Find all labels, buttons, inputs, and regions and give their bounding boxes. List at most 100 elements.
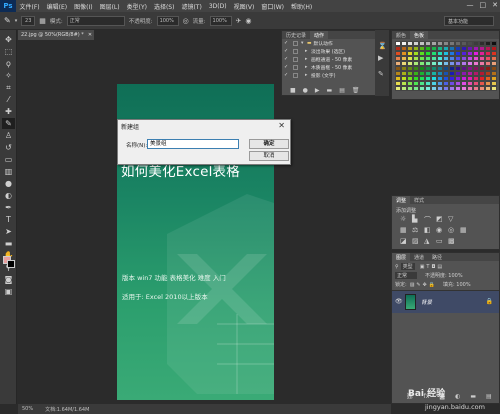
close-window-icon[interactable]: ✕ — [492, 1, 498, 9]
tab-adjustments[interactable]: 调整 — [392, 196, 411, 204]
action-row[interactable]: ✓ ▸ 画框通道 - 50 像素 — [282, 55, 388, 63]
menu-filter[interactable]: 滤镜(T) — [178, 2, 205, 11]
lasso-tool-icon[interactable]: ϙ — [2, 58, 15, 69]
menu-window[interactable]: 窗口(W) — [258, 2, 288, 11]
history-brush-tool-icon[interactable]: ↺ — [2, 142, 15, 153]
swatch-grid[interactable] — [395, 41, 499, 91]
action-row[interactable]: ✓ ▸ 淡出效果 (选区) — [282, 47, 388, 55]
close-tab-icon[interactable]: ✕ — [88, 32, 92, 38]
filter-icons[interactable]: ▣T◘▤ — [420, 264, 444, 270]
flow-field[interactable]: 100% — [209, 15, 232, 26]
history-panel-icon[interactable]: ⌛ — [378, 42, 387, 50]
new-set-icon[interactable]: ▬ — [327, 87, 333, 94]
menu-file[interactable]: 文件(F) — [16, 2, 43, 11]
menu-3d[interactable]: 3D(D) — [205, 3, 230, 10]
adjustment-layer-icon[interactable]: ◐ — [455, 393, 460, 400]
check-icon[interactable]: ✓ — [284, 48, 289, 54]
menu-edit[interactable]: 编辑(E) — [43, 2, 70, 11]
curves-icon[interactable]: ⌒ — [424, 215, 436, 226]
exposure-icon[interactable]: ◩ — [436, 215, 448, 226]
invert-icon[interactable]: ◪ — [400, 237, 412, 248]
move-tool-icon[interactable]: ✥ — [2, 34, 15, 45]
chevron-down-icon[interactable]: ▾ — [15, 18, 18, 24]
ok-button[interactable]: 确定 — [249, 139, 289, 149]
color-lookup-icon[interactable]: ▦ — [460, 226, 472, 237]
airbrush-icon[interactable]: ✈ — [236, 17, 242, 25]
pen-tool-icon[interactable]: ✒ — [2, 202, 15, 213]
mode-select[interactable]: 正常 — [66, 15, 125, 26]
dialog-toggle-icon[interactable] — [293, 72, 298, 78]
zoom-level[interactable]: 50% — [22, 406, 33, 412]
background-color-swatch[interactable] — [7, 260, 15, 268]
actions-panel-icon[interactable]: ▶ — [378, 54, 383, 62]
posterize-icon[interactable]: ▨ — [412, 237, 424, 248]
new-action-icon[interactable]: ▤ — [339, 87, 345, 94]
gradient-map-icon[interactable]: ▭ — [436, 237, 448, 248]
menu-help[interactable]: 帮助(H) — [288, 2, 316, 11]
blur-tool-icon[interactable]: ● — [2, 178, 15, 189]
dialog-toggle-icon[interactable] — [293, 48, 298, 54]
selective-color-icon[interactable]: ▩ — [448, 237, 460, 248]
quick-select-tool-icon[interactable]: ✧ — [2, 70, 15, 81]
tab-channels[interactable]: 通道 — [410, 253, 428, 261]
layer-row-background[interactable]: 👁 背景 🔒 — [392, 291, 499, 313]
eye-icon[interactable]: 👁 — [395, 298, 403, 305]
stop-icon[interactable]: ■ — [290, 87, 296, 94]
healing-brush-tool-icon[interactable]: ✚ — [2, 106, 15, 117]
black-white-icon[interactable]: ◧ — [424, 226, 436, 237]
menu-type[interactable]: 类型(Y) — [123, 2, 150, 11]
tab-history[interactable]: 历史记录 — [282, 31, 310, 39]
pressure-size-icon[interactable]: ◉ — [245, 17, 251, 25]
crop-tool-icon[interactable]: ⌗ — [2, 82, 15, 93]
tab-paths[interactable]: 路径 — [428, 253, 446, 261]
eyedropper-tool-icon[interactable]: ⁄ — [2, 94, 15, 105]
screen-mode-icon[interactable]: ▣ — [2, 286, 15, 297]
tab-layers[interactable]: 图层 — [392, 253, 411, 261]
check-icon[interactable]: ✓ — [284, 40, 289, 46]
play-icon[interactable]: ▶ — [315, 87, 320, 94]
brush-tool-icon[interactable]: ✎ — [2, 118, 15, 129]
action-row[interactable]: ✓ ▸ 木质画框 - 50 像素 — [282, 63, 388, 71]
color-balance-icon[interactable]: ⚖ — [412, 226, 424, 237]
menu-image[interactable]: 图像(I) — [71, 2, 96, 11]
gradient-tool-icon[interactable]: ▥ — [2, 166, 15, 177]
threshold-icon[interactable]: ◮ — [424, 237, 436, 248]
quick-mask-icon[interactable]: ◙ — [2, 274, 15, 285]
dialog-toggle-icon[interactable] — [293, 56, 298, 62]
close-icon[interactable]: ✕ — [278, 121, 285, 130]
brush-size-picker[interactable]: 23 — [21, 15, 36, 26]
layer-background-row[interactable] — [392, 270, 499, 292]
opacity-field[interactable]: 100% — [156, 15, 179, 26]
type-tool-icon[interactable]: T — [2, 214, 15, 225]
hue-saturation-icon[interactable]: ▦ — [400, 226, 412, 237]
dialog-toggle-icon[interactable] — [293, 40, 298, 46]
brightness-icon[interactable]: ☼ — [400, 215, 412, 226]
group-name-input[interactable]: 美景组 — [147, 139, 239, 149]
record-icon[interactable]: ● — [303, 87, 308, 94]
minimize-icon[interactable]: — — [467, 1, 474, 9]
maximize-icon[interactable]: □ — [480, 1, 487, 9]
cancel-button[interactable]: 取消 — [249, 151, 289, 161]
new-group-icon[interactable]: ▬ — [470, 393, 476, 400]
document-size[interactable]: 文档:1.64M/1.64M — [45, 406, 89, 413]
channel-mixer-icon[interactable]: ◎ — [448, 226, 460, 237]
brush-panel-icon[interactable]: ▦ — [39, 17, 46, 25]
workspace-switcher[interactable]: 基本功能 — [444, 16, 494, 26]
clone-stamp-tool-icon[interactable]: ♙ — [2, 130, 15, 141]
check-icon[interactable]: ✓ — [284, 56, 289, 62]
levels-icon[interactable]: ▙ — [412, 215, 424, 226]
menu-select[interactable]: 选择(S) — [150, 2, 178, 11]
layer-filter-select[interactable]: 类型 — [400, 263, 415, 270]
action-row[interactable]: ✓ ▸ 投影 (文字) — [282, 71, 388, 79]
check-icon[interactable]: ✓ — [284, 72, 289, 78]
menu-layer[interactable]: 图层(L) — [96, 2, 123, 11]
dodge-tool-icon[interactable]: ◐ — [2, 190, 15, 201]
vibrance-icon[interactable]: ▽ — [448, 215, 460, 226]
action-row[interactable]: ✓ ▾ ▬ 默认动作 — [282, 39, 388, 47]
tab-color[interactable]: 颜色 — [392, 31, 410, 39]
menu-view[interactable]: 视图(V) — [230, 2, 258, 11]
dialog-toggle-icon[interactable] — [293, 64, 298, 70]
trash-icon[interactable]: 🗑 — [352, 87, 360, 94]
document-tab[interactable]: 22.jpg @ 50%(RGB/8#) * ✕ — [18, 30, 94, 40]
photo-filter-icon[interactable]: ◉ — [436, 226, 448, 237]
